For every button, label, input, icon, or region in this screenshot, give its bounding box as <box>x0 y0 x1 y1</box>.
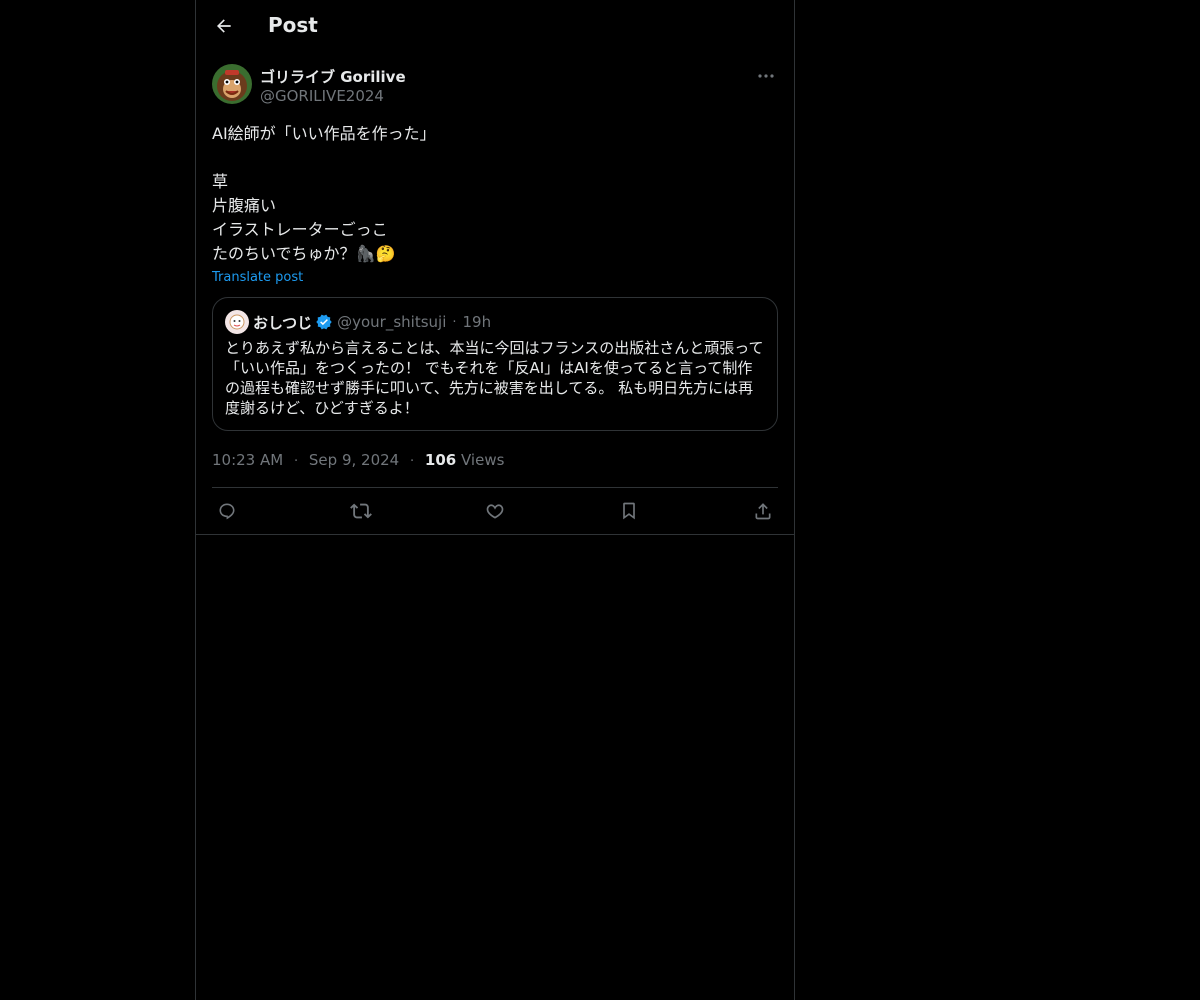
quote-time: 19h <box>462 313 492 331</box>
repost-icon <box>350 500 372 522</box>
views-count: 106 <box>424 451 457 469</box>
quote-author-name: おしつじ <box>253 313 313 332</box>
post-text-line: 草 <box>212 172 229 191</box>
action-bar <box>212 488 778 534</box>
post-text-line <box>212 146 778 170</box>
tweet: ゴリライブ Gorilive @GORILIVE2024 AI絵師が「いい作品を… <box>196 64 794 535</box>
like-button[interactable] <box>484 500 506 522</box>
post-text-line: 片腹痛い <box>212 196 277 215</box>
more-options-button[interactable] <box>754 66 778 86</box>
reply-button[interactable] <box>216 500 238 522</box>
page-header: Post <box>196 0 794 54</box>
back-button[interactable] <box>208 10 240 42</box>
post-column: Post ゴリライブ Gorilive @GORILIVE2024 AI絵師が「… <box>195 0 795 1000</box>
avatar[interactable] <box>212 64 252 104</box>
quote-avatar[interactable] <box>225 310 249 334</box>
share-button[interactable] <box>752 500 774 522</box>
post-text: AI絵師が「いい作品を作った」 草 片腹痛い イラストレーターごっこ たのちいで… <box>212 122 778 266</box>
more-icon <box>758 74 774 78</box>
post-text-line: AI絵師が「いい作品を作った」 <box>212 124 436 143</box>
verified-badge-icon <box>315 313 333 331</box>
author-name[interactable]: ゴリライブ Gorilive <box>260 66 406 87</box>
bottom-divider <box>196 534 794 535</box>
post-date[interactable]: Sep 9, 2024 <box>309 451 399 469</box>
quoted-tweet[interactable]: おしつじ @your_shitsuji · 19h とりあえず私から言えることは… <box>212 297 778 431</box>
bookmark-button[interactable] <box>618 500 640 522</box>
share-icon <box>753 501 773 521</box>
separator-dot: · <box>293 454 299 469</box>
page-title: Post <box>268 13 318 37</box>
post-time[interactable]: 10:23 AM <box>212 451 283 469</box>
translate-post-link[interactable]: Translate post <box>212 270 303 285</box>
back-arrow-icon <box>214 16 234 36</box>
author-handle[interactable]: @GORILIVE2024 <box>260 87 384 105</box>
separator-dot: · <box>452 314 457 330</box>
views-label: Views <box>461 451 505 469</box>
bookmark-icon <box>619 501 639 521</box>
post-text-line: イラストレーターごっこ <box>212 220 388 239</box>
post-text-line: たのちいでちゅか？🦍🤔 <box>212 244 396 263</box>
quote-header: おしつじ @your_shitsuji · 19h <box>225 310 765 334</box>
post-meta: 10:23 AM · Sep 9, 2024 · 106 Views <box>212 451 778 471</box>
like-icon <box>485 501 505 521</box>
separator-dot: · <box>409 454 415 469</box>
reply-icon <box>217 501 237 521</box>
author-row: ゴリライブ Gorilive @GORILIVE2024 <box>212 64 778 116</box>
quote-text: とりあえず私から言えることは、本当に今回はフランスの出版社さんと頑張って「いい作… <box>225 339 764 417</box>
repost-button[interactable] <box>350 500 372 522</box>
quote-author-handle: @your_shitsuji <box>337 313 447 331</box>
